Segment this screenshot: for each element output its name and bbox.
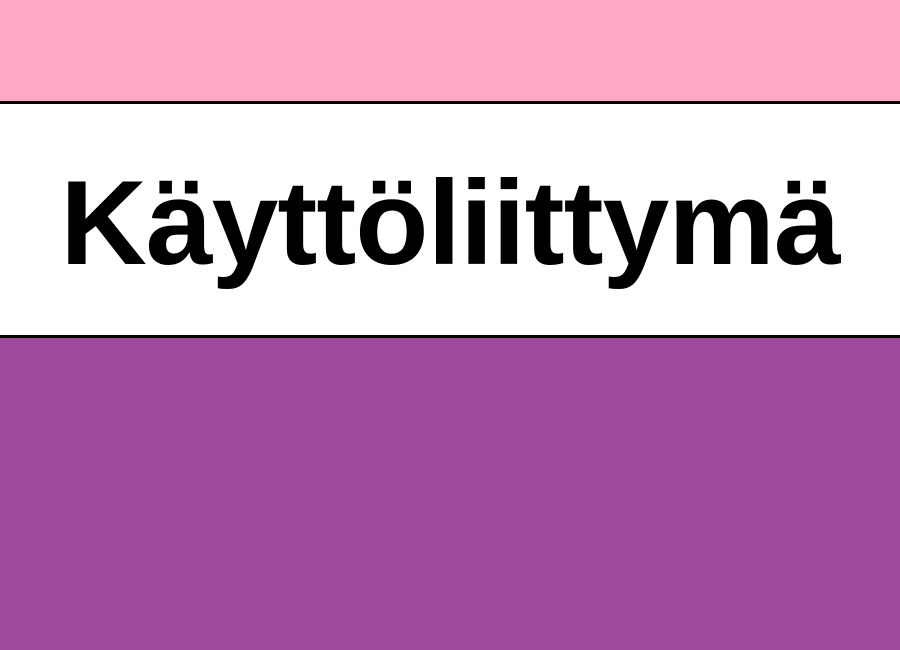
flag-banner: Käyttöliittymä — [0, 0, 900, 650]
pink-stripe — [0, 0, 900, 103]
purple-stripe — [0, 338, 900, 650]
white-stripe: Käyttöliittymä — [0, 104, 900, 336]
banner-title: Käyttöliittymä — [60, 156, 840, 290]
